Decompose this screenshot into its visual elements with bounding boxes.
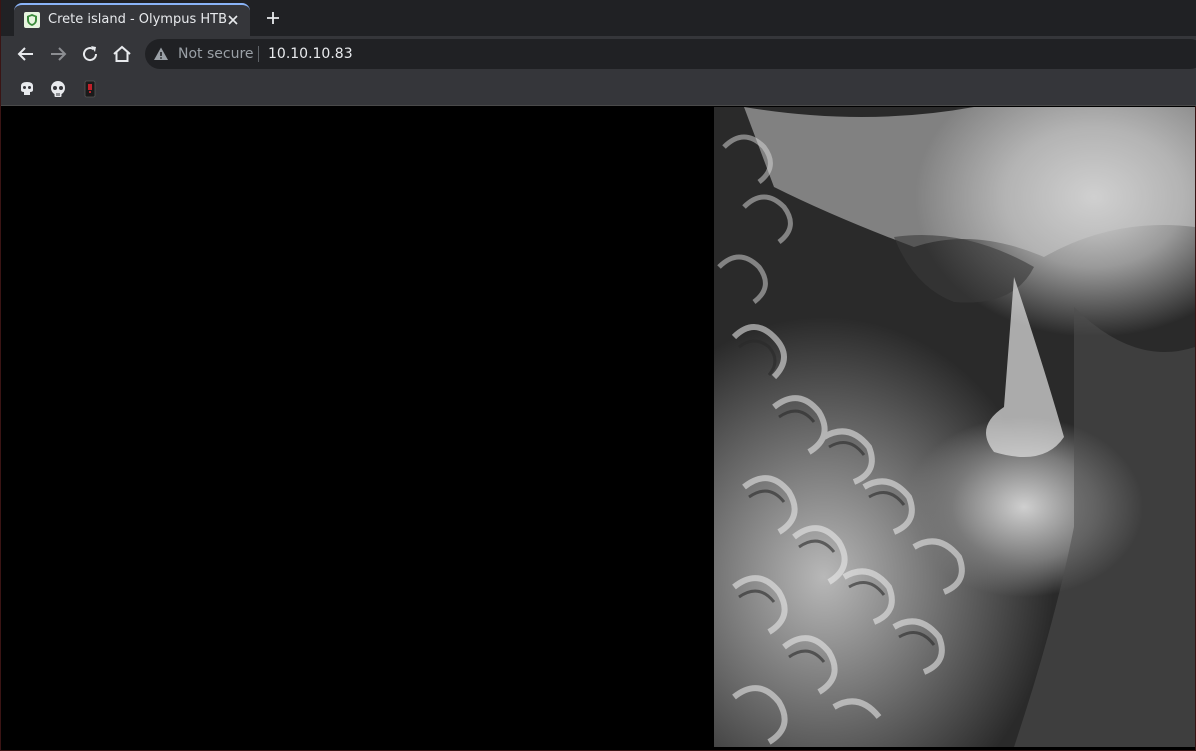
tab-active[interactable]: Crete island - Olympus HTB [14,3,250,36]
not-secure-label[interactable]: Not secure [178,46,254,62]
page-content [4,107,1195,747]
green-shield-favicon-icon [24,12,40,28]
statue-image [714,107,1195,747]
close-icon[interactable] [224,11,242,29]
address-bar[interactable]: Not secure 10.10.10.83 [145,39,1196,69]
new-tab-plus-icon[interactable] [263,8,283,28]
forward-arrow-icon[interactable] [46,42,70,66]
skull-round-bookmark-icon[interactable] [49,80,67,98]
tab-strip: Crete island - Olympus HTB [1,0,1196,36]
bookmarks-bar [1,72,1196,106]
url-text[interactable]: 10.10.10.83 [268,46,353,62]
red-phone-bookmark-icon[interactable] [81,80,99,98]
skull-bookmark-icon[interactable] [18,80,36,98]
browser-toolbar: Not secure 10.10.10.83 [1,36,1196,72]
tab-title: Crete island - Olympus HTB [48,12,228,27]
back-arrow-icon[interactable] [14,42,38,66]
browser-window: Crete island - Olympus HTB Not secure 10… [0,0,1196,751]
reload-icon[interactable] [78,42,102,66]
home-icon[interactable] [110,42,134,66]
omnibox-divider [258,46,259,62]
warning-triangle-icon[interactable] [153,46,169,62]
